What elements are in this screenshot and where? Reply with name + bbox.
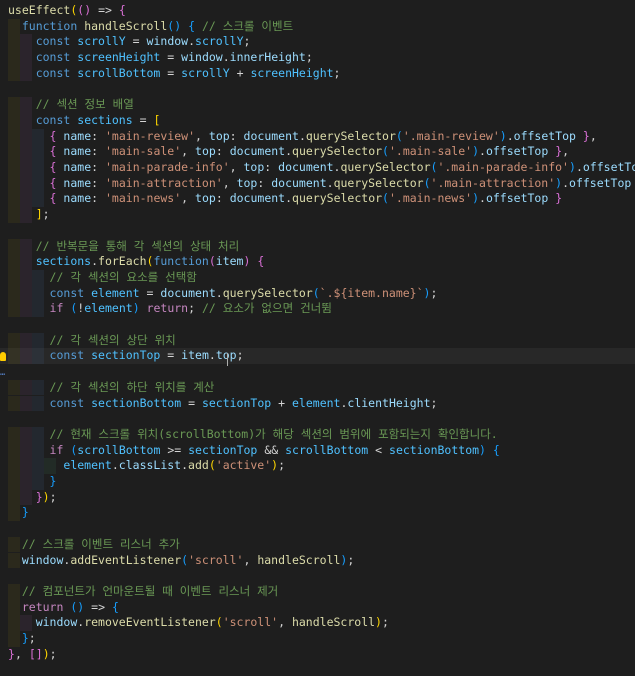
code-line[interactable] xyxy=(0,223,635,239)
code-text: window.addEventListener('scroll', handle… xyxy=(21,552,355,567)
code-text: // 각 섹션의 요소를 선택함 xyxy=(49,269,197,284)
code-line[interactable]: }; xyxy=(0,631,635,647)
code-editor[interactable]: useEffect(() => { function handleScroll(… xyxy=(0,0,635,676)
code-text: { name: 'main-review', top: document.que… xyxy=(49,128,597,143)
code-line[interactable]: const screenHeight = window.innerHeight; xyxy=(0,50,635,66)
code-line[interactable]: element.classList.add('active'); xyxy=(0,458,635,474)
code-line[interactable]: { name: 'main-sale', top: document.query… xyxy=(0,144,635,160)
code-line[interactable] xyxy=(0,411,635,427)
code-text: element.classList.add('active'); xyxy=(63,458,286,473)
ellipsis-fold-icon[interactable]: ⋯ xyxy=(0,371,20,380)
code-line[interactable] xyxy=(0,568,635,584)
code-text: const sectionTop = item.top; xyxy=(49,348,244,363)
code-line[interactable]: }); xyxy=(0,489,635,506)
code-text: const element = document.querySelector(`… xyxy=(49,285,438,300)
code-line[interactable]: window.removeEventListener('scroll', han… xyxy=(0,615,635,631)
code-text: }; xyxy=(21,631,36,645)
code-line[interactable]: // 현재 스크롤 위치(scrollBottom)가 해당 섹션의 범위에 포… xyxy=(0,426,635,443)
code-line[interactable]: const scrollBottom = scrollY + screenHei… xyxy=(0,65,635,82)
code-line[interactable]: window.addEventListener('scroll', handle… xyxy=(0,552,635,569)
code-text: const scrollY = window.scrollY; xyxy=(35,34,251,49)
code-text: const sectionBottom = sectionTop + eleme… xyxy=(49,395,438,410)
code-text: if (!element) return; // 요소가 없으면 건너뜀 xyxy=(49,301,332,316)
code-line[interactable]: // 섹션 정보 배열 xyxy=(0,97,635,113)
code-line[interactable] xyxy=(0,82,635,98)
code-line[interactable]: const sectionBottom = sectionTop + eleme… xyxy=(0,395,635,412)
code-line[interactable]: const scrollY = window.scrollY; xyxy=(0,34,635,51)
code-text: { name: 'main-attraction', top: document… xyxy=(49,175,632,190)
code-text: // 각 섹션의 하단 위치를 계산 xyxy=(49,379,215,394)
code-line[interactable]: useEffect(() => { xyxy=(0,3,635,19)
code-text: window.removeEventListener('scroll', han… xyxy=(35,615,389,630)
code-text: const screenHeight = window.innerHeight; xyxy=(35,50,313,65)
code-line[interactable]: const element = document.querySelector(`… xyxy=(0,285,635,302)
code-text: { name: 'main-news', top: document.query… xyxy=(49,191,563,206)
code-text: // 반복문을 통해 각 섹션의 상태 처리 xyxy=(35,238,240,253)
code-line[interactable]: // 각 섹션의 요소를 선택함 xyxy=(0,269,635,286)
code-text: } xyxy=(21,505,29,520)
code-line[interactable]: { name: 'main-parade-info', top: documen… xyxy=(0,160,635,176)
code-line[interactable] xyxy=(0,317,635,333)
code-text: ]; xyxy=(35,207,50,222)
code-text: // 현재 스크롤 위치(scrollBottom)가 해당 섹션의 범위에 포… xyxy=(49,426,498,441)
code-text: }); xyxy=(35,489,57,504)
code-text: // 컴포넌트가 언마운트될 때 이벤트 리스너 제거 xyxy=(21,583,279,598)
code-line[interactable]: // 반복문을 통해 각 섹션의 상태 처리 xyxy=(0,238,635,255)
code-line[interactable]: if (!element) return; // 요소가 없으면 건너뜀 xyxy=(0,301,635,317)
code-line[interactable] xyxy=(0,364,635,380)
code-line[interactable]: function handleScroll() { // 스크롤 이벤트 xyxy=(0,18,635,35)
code-text: const scrollBottom = scrollY + screenHei… xyxy=(35,65,341,80)
code-line[interactable]: const sections = [ xyxy=(0,112,635,129)
code-text: useEffect(() => { xyxy=(8,3,126,17)
code-text: function handleScroll() { // 스크롤 이벤트 xyxy=(21,18,294,33)
lightbulb-icon[interactable] xyxy=(0,352,6,361)
code-text: const sections = [ xyxy=(35,112,161,127)
code-line[interactable] xyxy=(0,521,635,537)
code-text: { name: 'main-sale', top: document.query… xyxy=(49,144,570,159)
code-line[interactable]: // 각 섹션의 하단 위치를 계산 xyxy=(0,379,635,396)
code-text: // 섹션 정보 배열 xyxy=(35,97,134,112)
code-line[interactable]: ]; xyxy=(0,207,635,223)
code-text: // 각 섹션의 상단 위치 xyxy=(49,332,176,347)
code-text: }, []); xyxy=(8,646,57,661)
code-text: return () => { xyxy=(21,599,119,614)
code-line[interactable]: return () => { xyxy=(0,599,635,616)
code-line[interactable]: } xyxy=(0,505,635,522)
code-line[interactable]: }, []); xyxy=(0,647,635,663)
code-line[interactable]: } xyxy=(0,474,635,490)
code-line[interactable]: // 스크롤 이벤트 리스너 추가 xyxy=(0,536,635,553)
code-line[interactable]: const sectionTop = item.top; xyxy=(0,348,635,365)
code-line[interactable]: // 각 섹션의 상단 위치 xyxy=(0,332,635,349)
code-text: sections.forEach(function(item) { xyxy=(35,254,265,269)
code-line[interactable]: { name: 'main-attraction', top: document… xyxy=(0,175,635,192)
code-text: // 스크롤 이벤트 리스너 추가 xyxy=(21,536,180,551)
text-cursor xyxy=(227,353,228,366)
code-line[interactable]: if (scrollBottom >= sectionTop && scroll… xyxy=(0,442,635,459)
code-line[interactable]: // 컴포넌트가 언마운트될 때 이벤트 리스너 제거 xyxy=(0,583,635,600)
code-line[interactable]: sections.forEach(function(item) { xyxy=(0,254,635,270)
code-text: if (scrollBottom >= sectionTop && scroll… xyxy=(49,442,500,457)
code-text: } xyxy=(49,474,57,488)
code-text: { name: 'main-parade-info', top: documen… xyxy=(49,160,635,174)
code-line[interactable]: { name: 'main-review', top: document.que… xyxy=(0,128,635,145)
code-line[interactable]: { name: 'main-news', top: document.query… xyxy=(0,191,635,208)
